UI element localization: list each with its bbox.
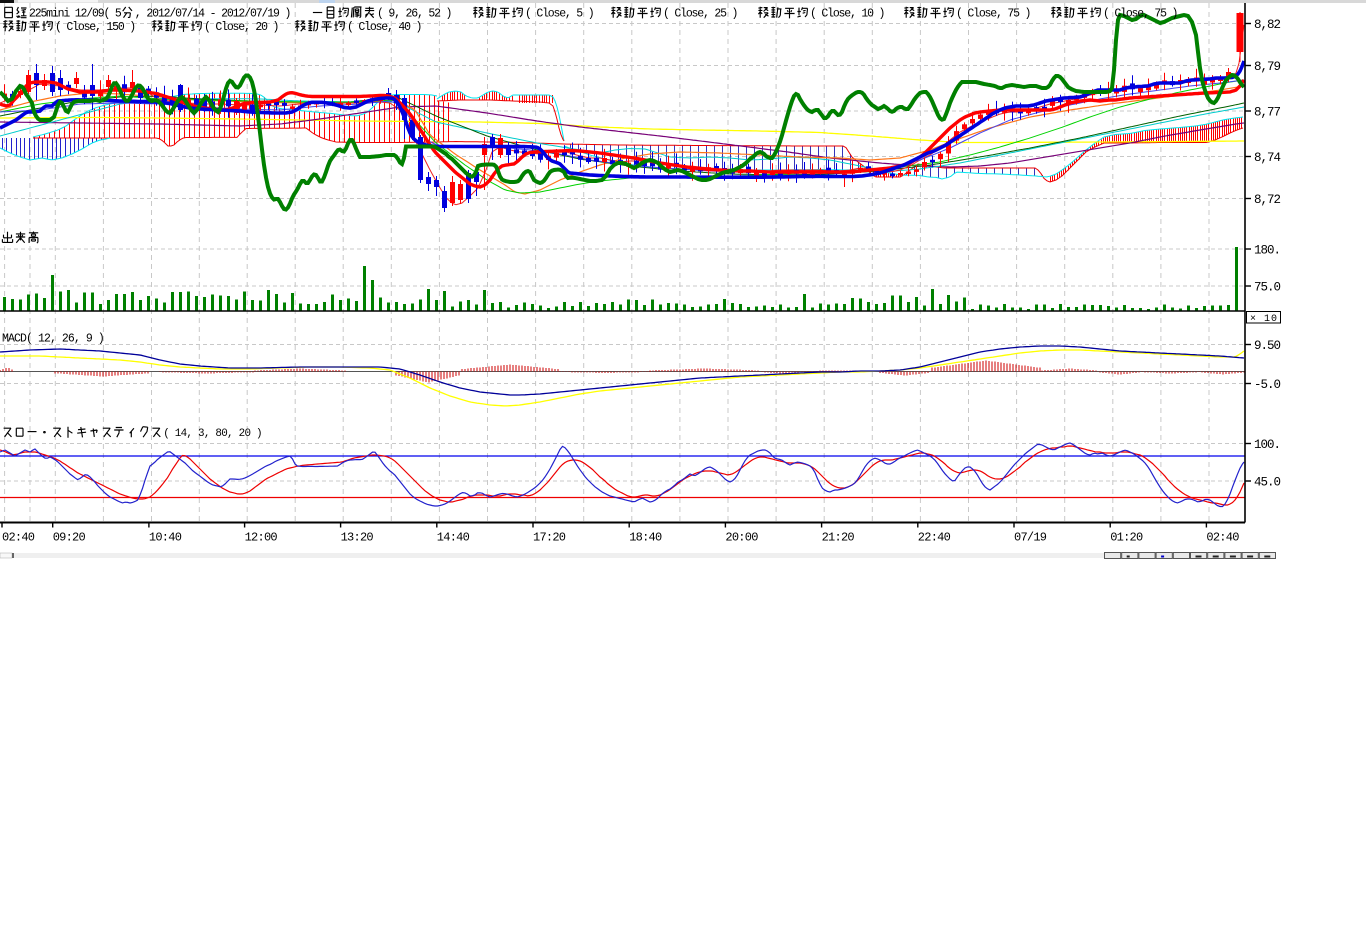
svg-text:01:20: 01:20 [1110, 531, 1143, 545]
svg-text:MACD( 12, 26, 9 ): MACD( 12, 26, 9 ) [2, 332, 105, 345]
svg-text:( Close, 75 ): ( Close, 75 ) [956, 7, 1031, 20]
svg-text:8,82: 8,82 [1254, 18, 1281, 32]
svg-text:( Close, 25 ): ( Close, 25 ) [663, 7, 738, 20]
svg-text:× 10: × 10 [1250, 314, 1277, 325]
svg-text:10:40: 10:40 [149, 531, 182, 545]
svg-text:( 14, 3, 80, 20 ): ( 14, 3, 80, 20 ) [163, 428, 262, 440]
svg-text:8,79: 8,79 [1254, 60, 1281, 74]
svg-text:8,72: 8,72 [1254, 193, 1281, 207]
svg-text:22:40: 22:40 [918, 531, 951, 545]
svg-text:8,74: 8,74 [1254, 151, 1281, 165]
svg-text:( Close, 75 ): ( Close, 75 ) [1103, 7, 1178, 20]
svg-text:07/19: 07/19 [1014, 531, 1047, 545]
svg-text:20:00: 20:00 [725, 531, 758, 545]
svg-text:, 2012/07/14 - 2012/07/19 ): , 2012/07/14 - 2012/07/19 ) [135, 7, 292, 20]
svg-text:75.0: 75.0 [1254, 281, 1281, 295]
svg-text:45.0: 45.0 [1254, 476, 1281, 490]
svg-text:17:20: 17:20 [533, 531, 566, 545]
svg-text:( Close, 40 ): ( Close, 40 ) [347, 21, 422, 34]
svg-text:14:40: 14:40 [437, 531, 470, 545]
svg-text:9.50: 9.50 [1254, 339, 1281, 353]
svg-text:21:20: 21:20 [822, 531, 855, 545]
svg-text:18:40: 18:40 [629, 531, 662, 545]
svg-text:( 9, 26, 52 ): ( 9, 26, 52 ) [377, 7, 452, 20]
svg-text:( Close, 5 ): ( Close, 5 ) [525, 7, 595, 20]
svg-text:( Close, 150 ): ( Close, 150 ) [55, 21, 136, 34]
svg-text:13:20: 13:20 [341, 531, 374, 545]
svg-text:02:40: 02:40 [2, 531, 35, 545]
svg-text:02:40: 02:40 [1206, 531, 1239, 545]
svg-text:09:20: 09:20 [53, 531, 86, 545]
svg-text:( Close, 20 ): ( Close, 20 ) [204, 21, 279, 34]
svg-text:12:00: 12:00 [245, 531, 278, 545]
svg-text:-5.0: -5.0 [1254, 378, 1281, 392]
svg-text:180.: 180. [1254, 244, 1281, 258]
svg-text:225mini 12/09( 5: 225mini 12/09( 5 [29, 7, 122, 20]
svg-text:( Close, 10 ): ( Close, 10 ) [810, 7, 885, 20]
svg-text:100.: 100. [1254, 438, 1281, 452]
svg-text:8,77: 8,77 [1254, 106, 1281, 120]
